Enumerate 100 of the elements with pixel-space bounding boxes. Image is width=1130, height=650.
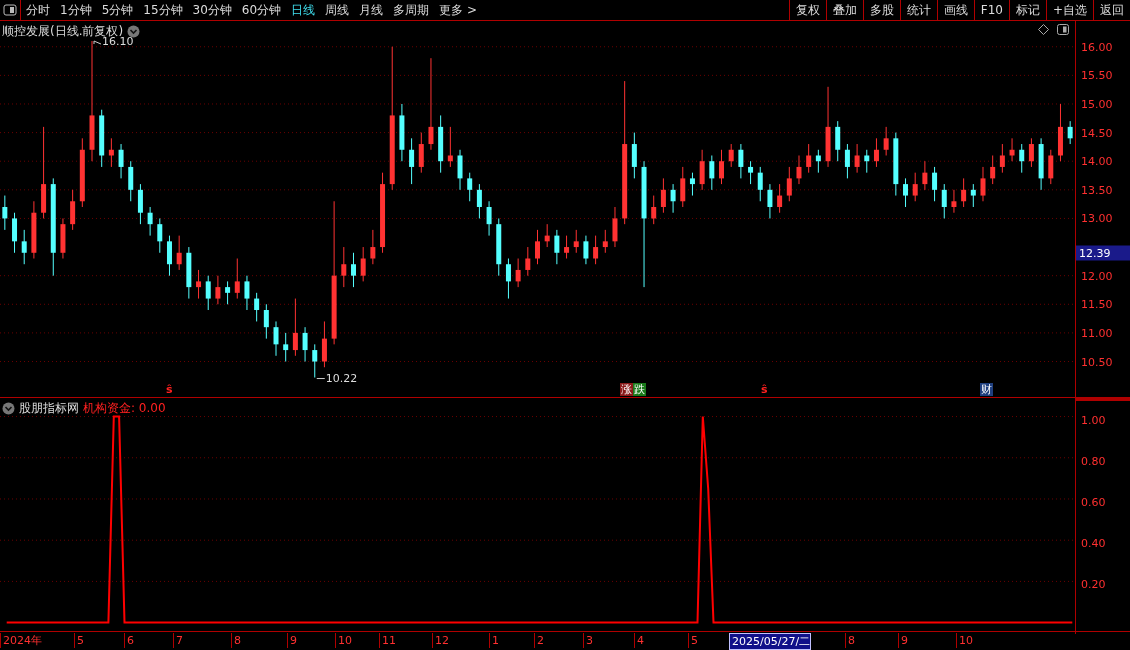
candlestick <box>583 235 589 265</box>
candlestick <box>680 166 686 208</box>
dropdown-icon[interactable] <box>127 25 141 38</box>
candlestick <box>699 149 705 191</box>
price-axis-label: 11.00 <box>1081 326 1113 340</box>
period-tab[interactable]: 15分钟 <box>138 0 188 20</box>
period-tab[interactable]: 日线 <box>286 0 321 20</box>
date-axis-label: 2024年 <box>0 633 42 648</box>
candlestick <box>815 149 821 174</box>
candlestick <box>409 137 415 185</box>
period-tab[interactable]: 60分钟 <box>236 0 287 20</box>
candlestick <box>21 229 27 265</box>
date-axis-label: 1 <box>489 633 499 648</box>
candlestick <box>651 195 657 225</box>
candlestick <box>467 172 473 202</box>
candlestick <box>738 143 744 179</box>
period-tab[interactable]: 5分钟 <box>96 0 139 20</box>
chart-title: 顺控发展(日线.前复权) <box>2 23 124 38</box>
indicator-axis-label: 0.40 <box>1081 536 1106 550</box>
event-badge[interactable]: 涨 <box>620 383 633 396</box>
candlestick <box>593 235 599 265</box>
candlestick <box>350 252 356 288</box>
candlestick <box>912 172 918 202</box>
period-tab[interactable]: 周线 <box>320 0 355 20</box>
toolbar-button[interactable]: +自选 <box>1045 0 1093 20</box>
toolbar-button[interactable]: 画线 <box>936 0 974 20</box>
candlestick <box>806 143 812 174</box>
candlestick <box>292 298 298 357</box>
toolbar-button[interactable]: 多股 <box>862 0 900 20</box>
candlestick <box>70 189 76 231</box>
candlestick <box>215 275 221 305</box>
candlestick <box>12 212 18 254</box>
candlestick <box>709 154 715 191</box>
candlestick <box>748 160 754 185</box>
candlestick <box>854 143 860 174</box>
toolbar-button[interactable]: 标记 <box>1008 0 1046 20</box>
date-axis-label: 9 <box>898 633 908 648</box>
toolbar-button[interactable]: 叠加 <box>825 0 863 20</box>
panel-toggle-icon[interactable] <box>0 0 21 20</box>
event-marker[interactable]: ŝ <box>166 383 173 396</box>
candlestick <box>234 258 240 300</box>
candlestick <box>835 120 841 162</box>
candlestick <box>670 183 676 214</box>
candlestick <box>225 280 231 305</box>
candlestick <box>535 229 540 265</box>
candlestick <box>283 332 289 363</box>
candlestick <box>564 235 570 259</box>
panel-toggle-icon[interactable] <box>1057 24 1069 35</box>
candlestick <box>147 206 153 237</box>
diamond-icon[interactable] <box>1038 24 1049 35</box>
candlestick <box>903 177 909 208</box>
candlestick <box>554 229 560 265</box>
indicator-axis-label: 0.20 <box>1081 577 1106 591</box>
period-tab[interactable]: 1分钟 <box>55 0 97 20</box>
candlestick <box>883 126 889 156</box>
leader-line <box>316 378 326 380</box>
candlestick <box>166 235 172 277</box>
event-marker[interactable]: ŝ <box>761 383 768 396</box>
toolbar-button[interactable]: 返回 <box>1093 0 1130 20</box>
candlestick <box>767 183 773 219</box>
period-tab[interactable]: 分时 <box>21 0 55 20</box>
date-axis-label: 8 <box>231 633 241 648</box>
candlestick <box>573 229 579 254</box>
period-tab[interactable]: 月线 <box>354 0 389 20</box>
candlestick <box>137 183 143 225</box>
candlestick <box>864 149 870 174</box>
price-axis-label: 14.50 <box>1081 126 1113 140</box>
event-badge[interactable]: 财 <box>980 383 993 396</box>
price-axis-label: 15.50 <box>1081 68 1113 82</box>
date-axis-label: 5 <box>688 633 698 648</box>
candlestick <box>321 320 327 368</box>
candlestick <box>873 137 879 168</box>
candlestick <box>719 149 725 185</box>
candlestick <box>970 183 976 208</box>
candlestick <box>457 149 463 191</box>
price-axis-label: 11.50 <box>1081 297 1113 311</box>
toolbar-button[interactable]: F10 <box>973 0 1009 20</box>
candlestick <box>244 275 250 311</box>
candlestick <box>525 246 531 277</box>
toolbar-button[interactable]: 复权 <box>788 0 826 20</box>
candlestick <box>1067 120 1073 145</box>
price-axis-label: 13.00 <box>1081 211 1113 225</box>
period-tab[interactable]: 30分钟 <box>187 0 237 20</box>
candlestick <box>312 343 318 379</box>
event-badge[interactable]: 跌 <box>633 383 646 396</box>
dropdown-icon[interactable] <box>2 402 15 415</box>
date-axis-label: 6 <box>124 633 134 648</box>
candlestick <box>447 126 453 168</box>
date-axis-label: 8 <box>845 633 855 648</box>
period-tab[interactable]: 更多 > <box>434 0 482 20</box>
toolbar-button[interactable]: 统计 <box>899 0 937 20</box>
candlestick <box>631 132 637 179</box>
candlestick <box>428 57 434 151</box>
candlestick <box>602 229 608 254</box>
candlestick <box>796 154 802 185</box>
candlestick <box>2 195 8 231</box>
candlestick <box>660 177 666 214</box>
candlestick <box>360 246 366 282</box>
period-tab[interactable]: 多周期 <box>388 0 435 20</box>
price-axis-label: 13.50 <box>1081 183 1113 197</box>
